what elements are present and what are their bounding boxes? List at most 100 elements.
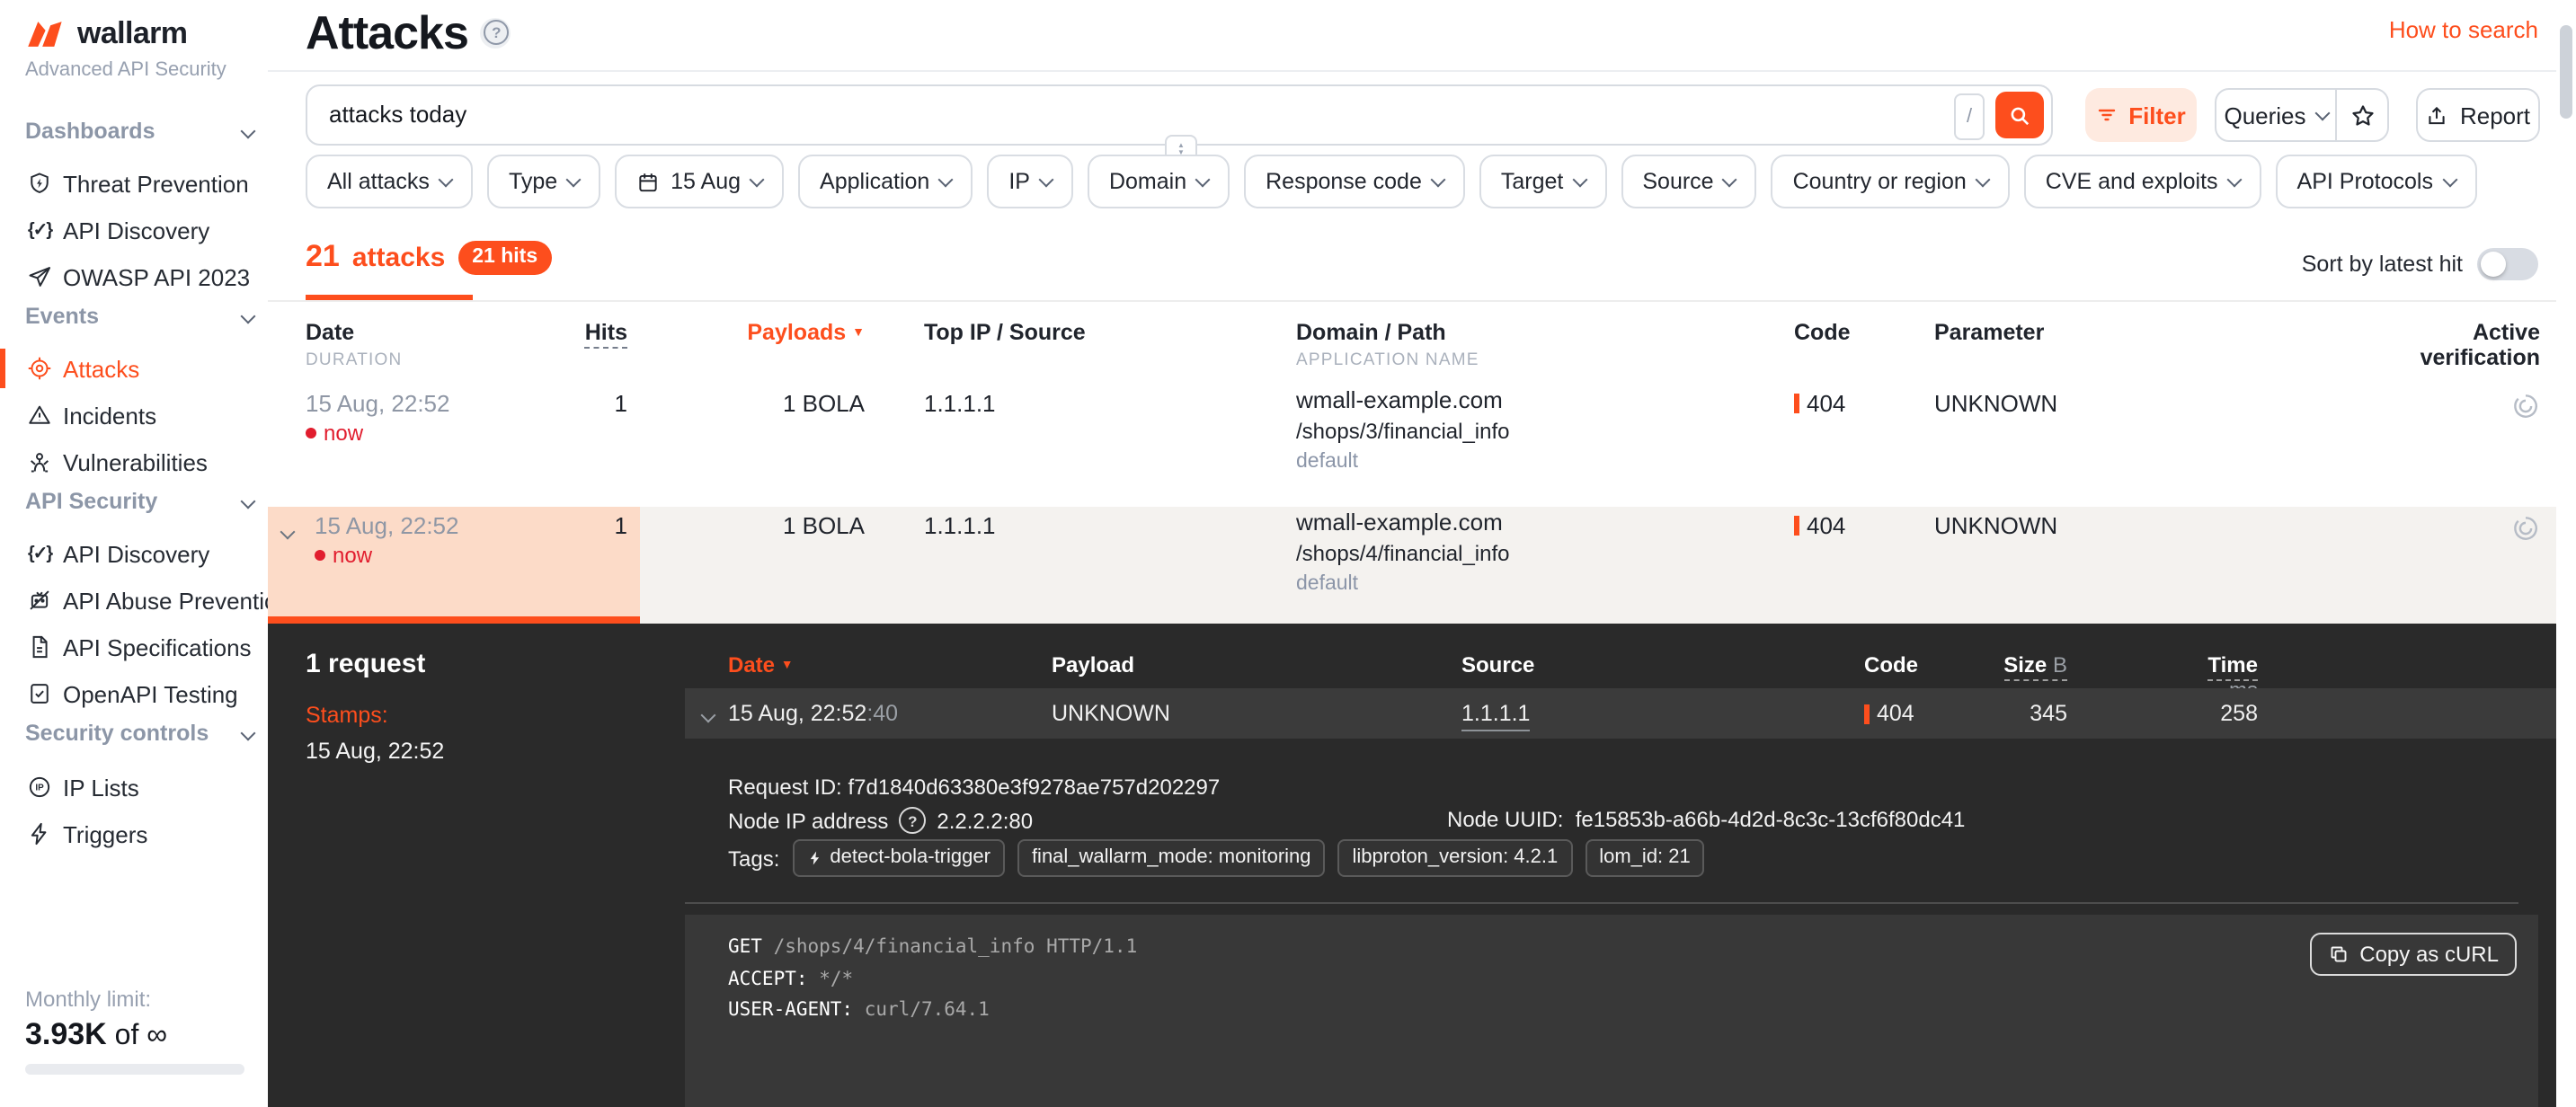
star-icon [2349, 102, 2376, 128]
col-header-parameter[interactable]: Parameter [1934, 320, 2044, 345]
sidebar-item-attacks[interactable]: Attacks [0, 349, 268, 388]
request-date: 15 Aug, 22:52:40 [728, 688, 898, 739]
chip-application[interactable]: Application [798, 155, 973, 208]
sidebar-item-owasp-api-2023[interactable]: OWASP API 2023 [0, 257, 268, 297]
queries-button[interactable]: Queries [2216, 90, 2337, 140]
export-icon [2426, 103, 2449, 127]
chevron-down-icon[interactable] [701, 708, 716, 723]
warning-triangle-icon [27, 403, 52, 428]
attack-row-1[interactable]: 15 Aug, 22:52 now 1 1 BOLA 1.1.1.1 wmall… [268, 385, 2556, 501]
svg-text:IP: IP [35, 784, 44, 793]
tag-detect-bola-trigger[interactable]: detect-bola-trigger [792, 839, 1005, 877]
monthly-limit-label: Monthly limit: [25, 987, 151, 1012]
shield-bolt-icon [27, 171, 52, 196]
screenshot-viewport: wallarm Advanced API Security Dashboards… [0, 0, 2576, 1107]
sort-toggle[interactable] [2477, 248, 2538, 280]
attack-parameter: UNKNOWN [1934, 512, 2057, 539]
chip-cve[interactable]: CVE and exploits [2024, 155, 2261, 208]
clipboard-check-icon [27, 681, 52, 706]
slash-shortcut-badge: / [1954, 93, 1985, 140]
page-help-icon[interactable]: ? [481, 17, 511, 48]
detail-divider [685, 902, 2518, 904]
stamp-value: 15 Aug, 22:52 [306, 739, 444, 764]
col-header-date[interactable]: Date [306, 320, 354, 345]
how-to-search-link[interactable]: How to search [2389, 16, 2538, 43]
col-header-top-ip[interactable]: Top IP / Source [924, 320, 1086, 345]
brand-logo[interactable]: wallarm [25, 16, 187, 52]
chip-all-attacks[interactable]: All attacks [306, 155, 473, 208]
wallarm-console: wallarm Advanced API Security Dashboards… [0, 0, 2576, 1107]
req-col-header-code[interactable]: Code [1864, 652, 1918, 677]
col-header-payloads[interactable]: Payloads ▼ [645, 320, 865, 345]
scrollbar-thumb[interactable] [2560, 25, 2572, 119]
chip-country[interactable]: Country or region [1772, 155, 2010, 208]
chip-type[interactable]: Type [487, 155, 600, 208]
chip-target[interactable]: Target [1479, 155, 1607, 208]
chip-domain[interactable]: Domain [1088, 155, 1230, 208]
search-input[interactable]: attacks today [329, 86, 466, 144]
req-col-header-payload[interactable]: Payload [1052, 652, 1134, 677]
search-bar[interactable]: attacks today / ▲▼ [306, 84, 2053, 146]
chip-ip[interactable]: IP [987, 155, 1073, 208]
raw-request-block: GET /shops/4/financial_info HTTP/1.1 ACC… [685, 915, 2538, 1107]
sidebar-section-dashboards[interactable]: Dashboards [25, 119, 253, 147]
attack-top-ip: 1.1.1.1 [924, 390, 996, 417]
sidebar-item-triggers[interactable]: Triggers [0, 814, 268, 854]
sidebar-item-openapi-testing[interactable]: OpenAPI Testing [0, 674, 268, 713]
req-col-header-date[interactable]: Date ▼ [728, 652, 794, 677]
active-verification-icon[interactable] [2511, 514, 2540, 543]
vertical-scrollbar [2556, 0, 2576, 1107]
tag-lom-id[interactable]: lom_id: 21 [1585, 839, 1705, 877]
req-col-header-source[interactable]: Source [1461, 652, 1534, 677]
col-header-code[interactable]: Code [1794, 320, 1851, 345]
target-icon [27, 356, 52, 381]
chip-api-protocols[interactable]: API Protocols [2276, 155, 2476, 208]
attack-domain: wmall-example.com [1296, 386, 1503, 413]
chevron-down-icon[interactable] [282, 519, 293, 546]
col-header-hits[interactable]: Hits [484, 320, 627, 345]
sidebar-item-threat-prevention[interactable]: Threat Prevention [0, 164, 268, 203]
sidebar-item-api-discovery[interactable]: {✓} API Discovery [0, 210, 268, 250]
sidebar-item-incidents[interactable]: Incidents [0, 395, 268, 435]
req-col-header-size[interactable]: Size B [1985, 652, 2067, 677]
code-bar-icon [1794, 516, 1799, 536]
chevron-down-icon [2314, 106, 2330, 121]
attack-row-2-selected[interactable]: 15 Aug, 22:52 now 1 1 BOLA 1.1.1.1 wmall… [268, 507, 2556, 624]
attack-payloads: 1 BOLA [645, 512, 865, 539]
chip-response-code[interactable]: Response code [1244, 155, 1465, 208]
sidebar-item-ip-lists[interactable]: IP IP Lists [0, 767, 268, 807]
sidebar-item-api-discovery-2[interactable]: {✓} API Discovery [0, 534, 268, 573]
favorite-queries-button[interactable] [2337, 90, 2387, 140]
sidebar-section-security-controls[interactable]: Security controls [25, 721, 253, 749]
filter-button[interactable]: Filter [2085, 88, 2197, 142]
search-button[interactable] [1995, 92, 2044, 138]
live-dot-icon [315, 550, 325, 561]
node-ip-help-icon[interactable]: ? [899, 807, 926, 834]
sidebar-section-api-security[interactable]: API Security [25, 489, 253, 518]
lightning-icon [806, 850, 822, 866]
col-header-active-verification[interactable]: Active verification [2414, 320, 2540, 370]
chip-date[interactable]: 15 Aug [615, 155, 784, 208]
tag-final-wallarm-mode[interactable]: final_wallarm_mode: monitoring [1017, 839, 1326, 877]
copy-icon [2327, 943, 2349, 965]
report-button[interactable]: Report [2416, 88, 2540, 142]
chip-source[interactable]: Source [1621, 155, 1756, 208]
attack-duration: now [315, 543, 372, 568]
brand-name: wallarm [77, 16, 187, 52]
request-row[interactable]: 15 Aug, 22:52:40 UNKNOWN 1.1.1.1 404 345… [685, 688, 2556, 739]
attack-parameter: UNKNOWN [1934, 390, 2057, 417]
sidebar-item-api-specifications[interactable]: API Specifications [0, 627, 268, 667]
tag-libproton-version[interactable]: libproton_version: 4.2.1 [1338, 839, 1573, 877]
request-source-link[interactable]: 1.1.1.1 [1461, 688, 1530, 739]
active-verification-icon[interactable] [2511, 392, 2540, 421]
chevron-down-icon [241, 494, 256, 509]
attack-hits: 1 [484, 512, 627, 539]
sidebar-item-vulnerabilities[interactable]: Vulnerabilities [0, 442, 268, 482]
sidebar-item-api-abuse-prevention[interactable]: API Abuse Prevention [0, 580, 268, 620]
sidebar-section-events[interactable]: Events [25, 304, 253, 332]
stamps-label: Stamps: [306, 703, 388, 728]
attack-payloads: 1 BOLA [645, 390, 865, 417]
copy-as-curl-button[interactable]: Copy as cURL [2309, 933, 2517, 976]
col-header-domain[interactable]: Domain / Path [1296, 320, 1446, 345]
attacks-count-tab[interactable]: 21attacks 21 hits [306, 239, 552, 275]
